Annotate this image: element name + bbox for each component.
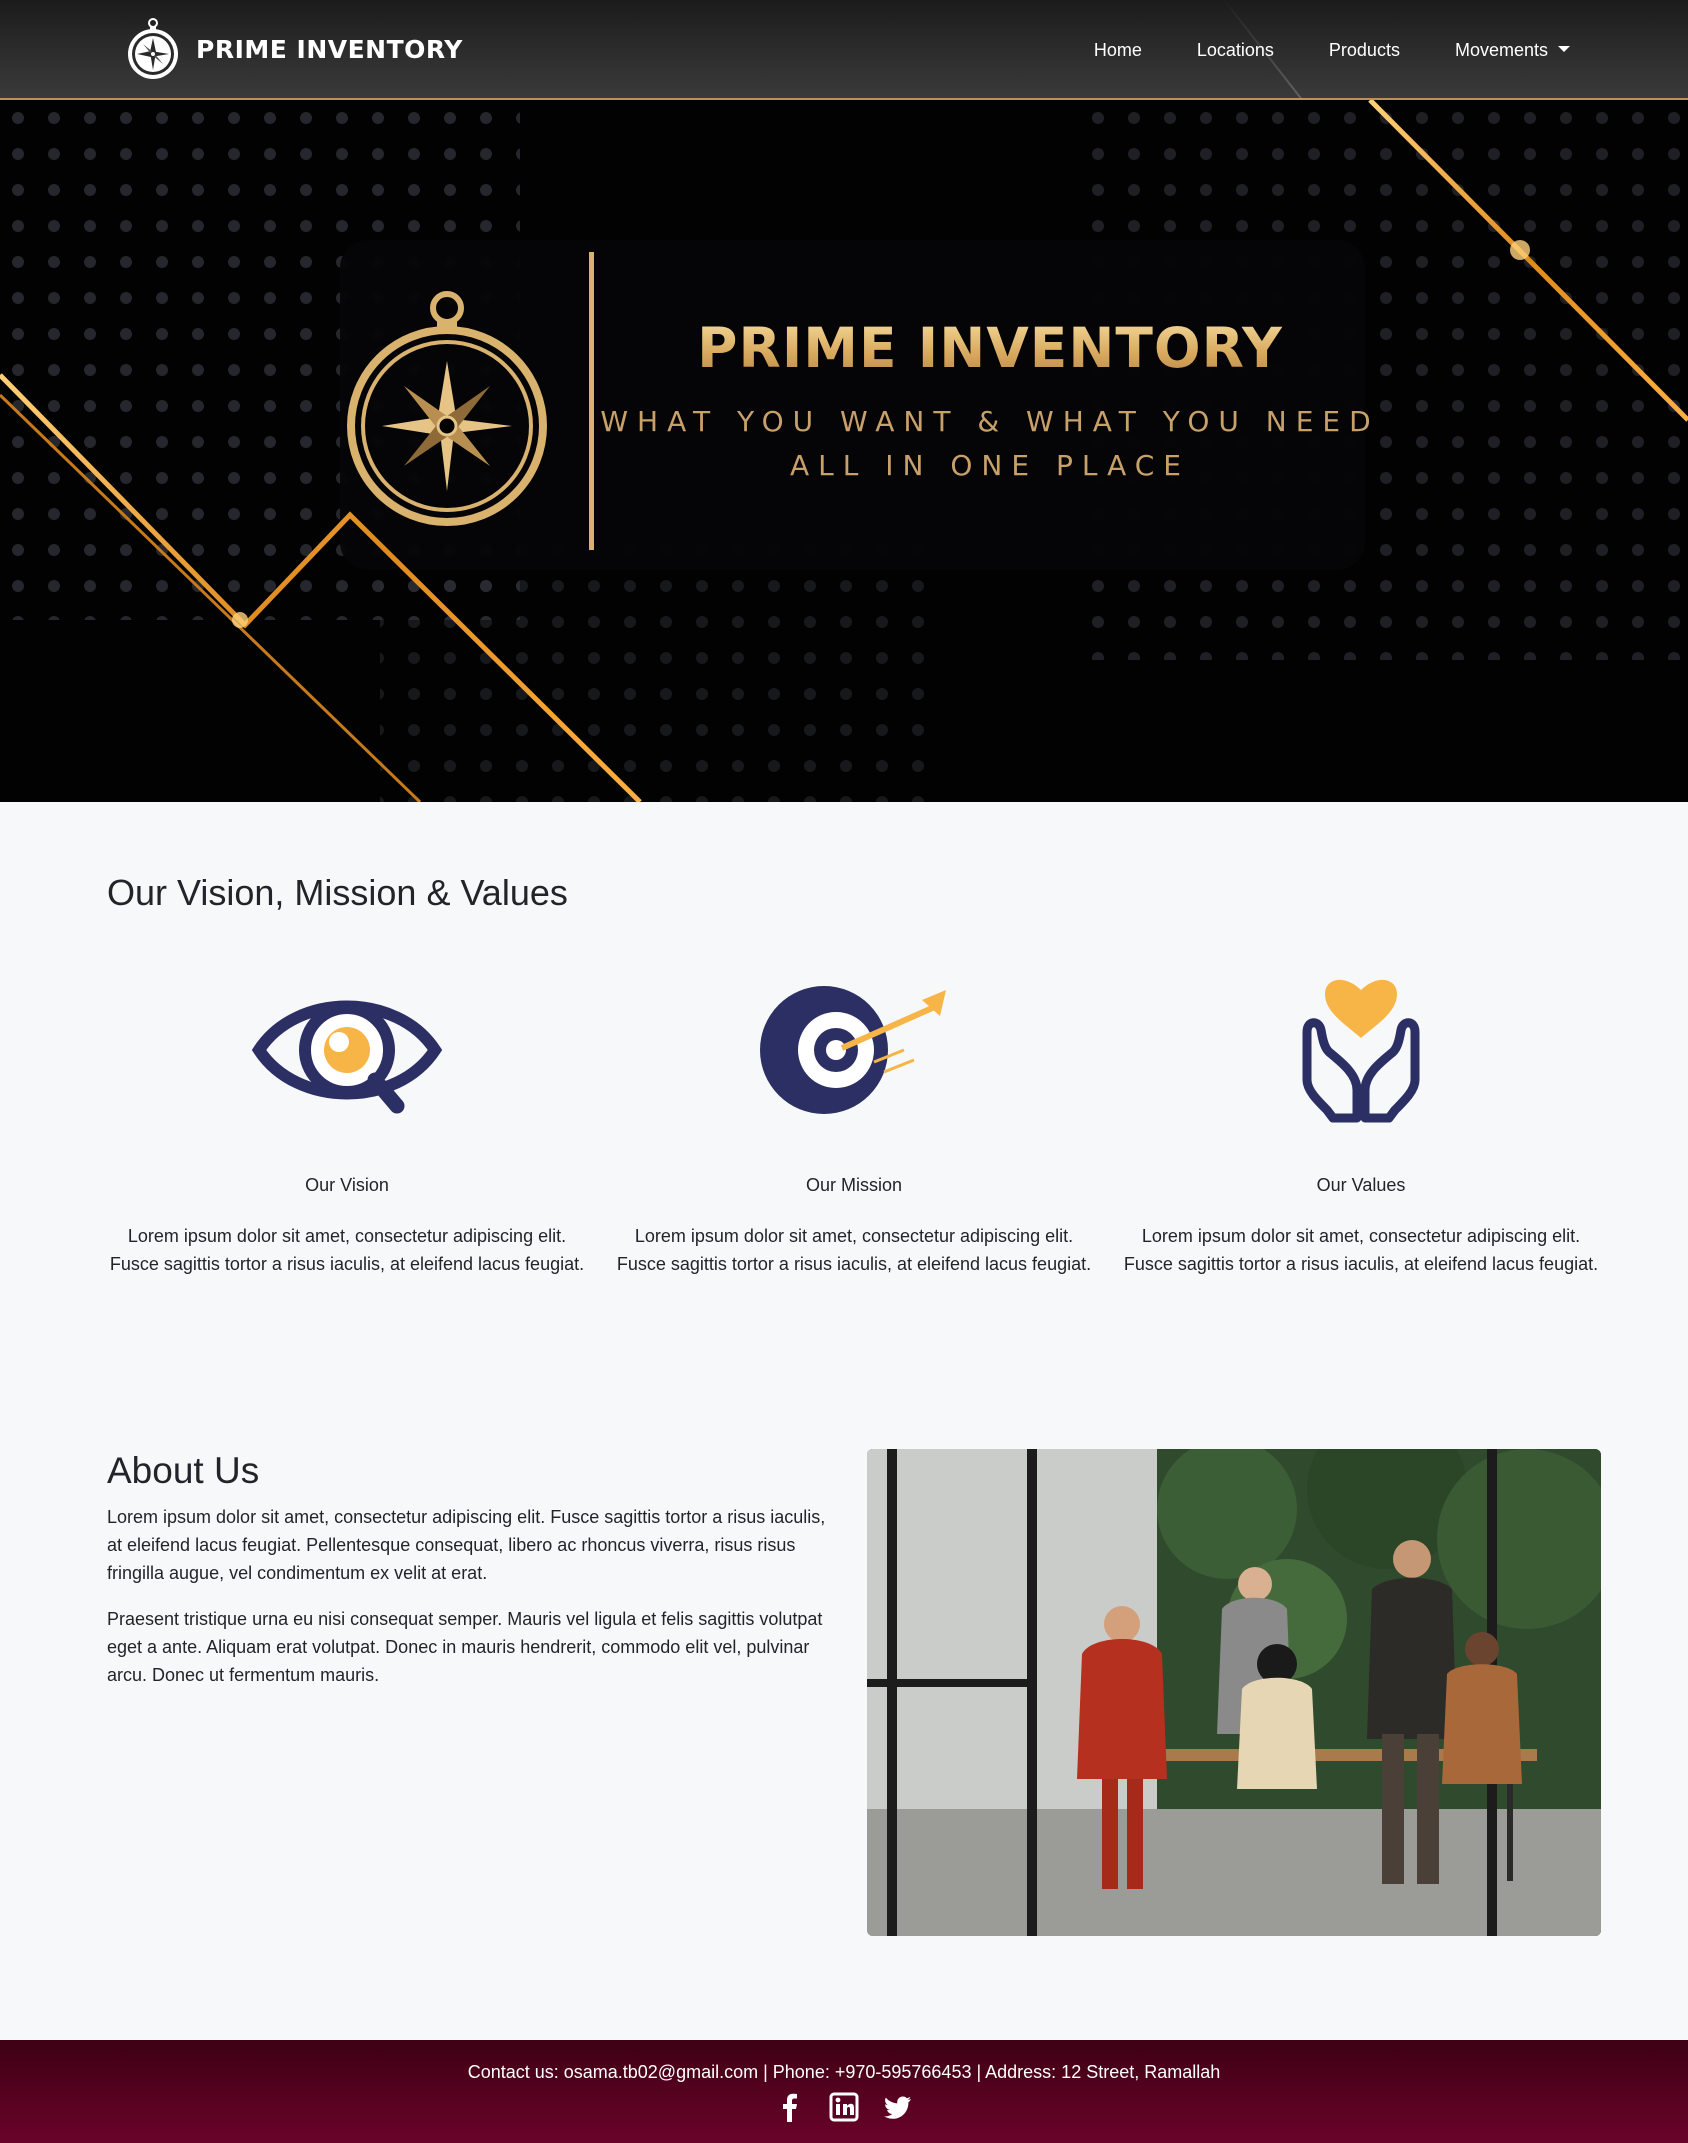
- vision-text: Lorem ipsum dolor sit amet, consectetur …: [109, 1226, 585, 1274]
- hero-banner: PRIME INVENTORY WHAT YOU WANT & WHAT YOU…: [0, 100, 1688, 802]
- nav-products-link[interactable]: Products: [1329, 40, 1400, 61]
- nav-links: Home Locations Products Movements: [1039, 0, 1570, 98]
- team-meeting-photo: [867, 1449, 1601, 1936]
- mission-heading: Our Mission: [805, 1175, 903, 1195]
- hero-divider: [589, 252, 594, 550]
- twitter-icon[interactable]: [883, 2092, 913, 2122]
- target-icon: [760, 986, 946, 1114]
- chevron-down-icon: [1558, 45, 1570, 52]
- mission-card: Our Mission Lorem ipsum dolor sit amet, …: [614, 970, 1094, 1278]
- nav-movements-label: Movements: [1454, 39, 1548, 60]
- values-card: Our Values Lorem ipsum dolor sit amet, c…: [1121, 970, 1601, 1278]
- navbar: PRIME INVENTORY Home Locations Products …: [0, 0, 1688, 100]
- vmv-section-title: Our Vision, Mission & Values: [107, 872, 568, 913]
- footer: Contact us: osama.tb02@gmail.com | Phone…: [0, 2040, 1688, 2143]
- about-paragraph-1: Lorem ipsum dolor sit amet, consectetur …: [107, 1507, 826, 1583]
- about-paragraph-2: Praesent tristique urna eu nisi consequa…: [107, 1609, 823, 1685]
- vision-card: Our Vision Lorem ipsum dolor sit amet, c…: [107, 970, 587, 1278]
- brand-name: PRIME INVENTORY: [196, 34, 463, 64]
- facebook-icon[interactable]: [775, 2092, 805, 2122]
- vision-heading: Our Vision: [305, 1175, 389, 1195]
- compass-logo-icon: [128, 18, 178, 79]
- eye-icon: [251, 1000, 443, 1114]
- nav-home-link[interactable]: Home: [1094, 40, 1142, 61]
- footer-contact: Contact us: osama.tb02@gmail.com | Phone…: [467, 2062, 1221, 2082]
- mission-text: Lorem ipsum dolor sit amet, consectetur …: [616, 1226, 1092, 1274]
- hero-tagline-line1: WHAT YOU WANT & WHAT YOU NEED: [600, 405, 1380, 438]
- about-title: About Us: [107, 1450, 260, 1491]
- social-links: [0, 2092, 1688, 2122]
- brand[interactable]: PRIME INVENTORY: [124, 16, 463, 82]
- nav-locations-link[interactable]: Locations: [1197, 40, 1274, 61]
- heart-hands-icon: [1302, 979, 1420, 1123]
- values-heading: Our Values: [1316, 1175, 1406, 1195]
- hero-compass-icon: [347, 291, 547, 526]
- nav-movements-dropdown[interactable]: Movements: [1455, 40, 1570, 61]
- team-meeting-illustration: [867, 1449, 1601, 1936]
- values-text: Lorem ipsum dolor sit amet, consectetur …: [1123, 1226, 1599, 1274]
- linkedin-icon[interactable]: [829, 2092, 859, 2122]
- hero-tagline-line2: ALL IN ONE PLACE: [790, 449, 1190, 482]
- hero-title: PRIME INVENTORY: [640, 316, 1340, 380]
